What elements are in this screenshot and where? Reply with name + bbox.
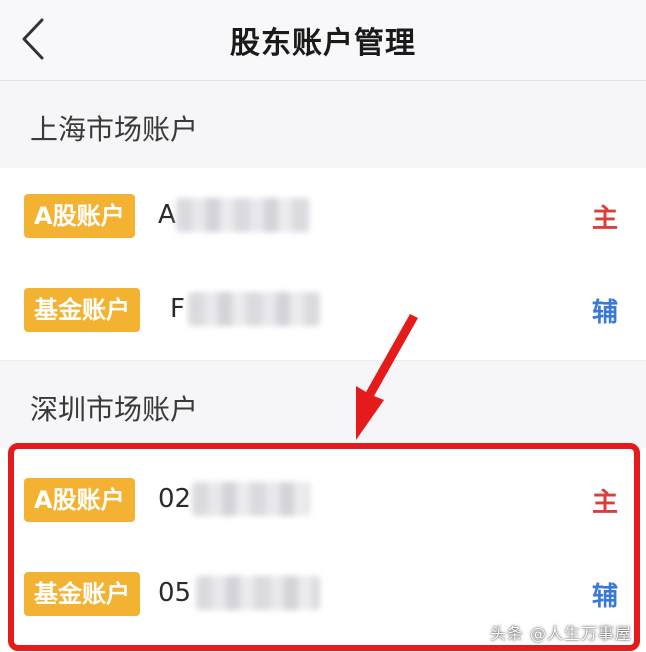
account-role-tag: 辅 <box>591 298 618 328</box>
account-type-badge: A股账户 <box>24 194 135 238</box>
account-row[interactable]: A股账户 02 主 <box>0 470 646 530</box>
section-title-shanghai: 上海市场账户 <box>30 113 199 146</box>
account-number: A <box>158 200 176 230</box>
account-number: 02 <box>158 484 192 514</box>
account-role-tag: 主 <box>591 204 618 234</box>
account-role-tag: 辅 <box>591 582 618 612</box>
account-management-screen: 股东账户管理 上海市场账户 A股账户 A 主 基金账户 F 辅 深圳市场账户 A… <box>0 0 646 652</box>
account-row[interactable]: 基金账户 F 辅 <box>0 280 646 340</box>
account-row[interactable]: A股账户 A 主 <box>0 186 646 246</box>
masked-account-digits <box>196 576 320 610</box>
account-type-badge: 基金账户 <box>24 288 140 332</box>
account-type-badge: A股账户 <box>24 478 135 522</box>
shanghai-account-list: A股账户 A 主 基金账户 F 辅 <box>0 168 646 361</box>
section-title-shenzhen: 深圳市场账户 <box>30 393 199 426</box>
masked-account-digits <box>176 198 310 232</box>
nav-bar: 股东账户管理 <box>0 0 646 81</box>
page-title: 股东账户管理 <box>230 26 416 61</box>
account-row[interactable]: 基金账户 05 辅 <box>0 564 646 624</box>
account-number: F <box>170 294 185 324</box>
masked-account-digits <box>192 482 310 516</box>
account-type-badge: 基金账户 <box>24 572 140 616</box>
masked-account-digits <box>188 292 320 326</box>
account-role-tag: 主 <box>591 488 618 518</box>
watermark: 头条 @人生万事屋 <box>489 624 632 643</box>
account-number: 05 <box>158 578 192 608</box>
